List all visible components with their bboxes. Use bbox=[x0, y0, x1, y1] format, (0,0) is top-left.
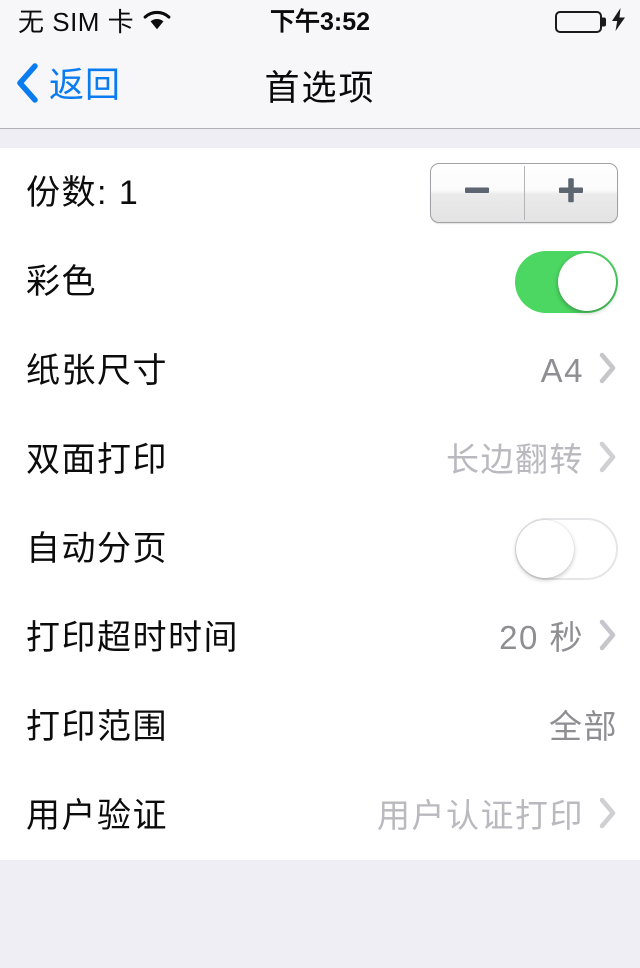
wifi-icon bbox=[143, 10, 171, 36]
status-bar-left: 无 SIM 卡 bbox=[18, 9, 171, 36]
row-value: 全部 bbox=[549, 708, 618, 745]
back-button[interactable]: 返回 bbox=[14, 44, 131, 127]
row-label: 打印超时时间 bbox=[26, 618, 239, 657]
settings-row-print-timeout[interactable]: 打印超时时间 20 秒 bbox=[0, 593, 640, 682]
row-control: 全部 bbox=[549, 710, 618, 743]
navigation-bar: 返回 首选项 bbox=[0, 44, 640, 129]
toggle-knob bbox=[516, 519, 574, 578]
row-control bbox=[515, 517, 618, 580]
battery-full-icon bbox=[555, 11, 606, 33]
row-label: 彩色 bbox=[26, 262, 97, 301]
phone-screen: 无 SIM 卡 下午3:52 返回 首选项 份数: 1 彩色 纸张尺寸 A4 双… bbox=[0, 0, 640, 968]
stepper-decrement-button[interactable] bbox=[431, 164, 524, 222]
list-bottom-space bbox=[0, 860, 640, 968]
copies-stepper[interactable] bbox=[430, 162, 618, 223]
row-label: 份数: 1 bbox=[26, 173, 140, 212]
chevron-right-icon bbox=[598, 351, 618, 390]
settings-row-collate: 自动分页 bbox=[0, 504, 640, 593]
chevron-right-icon bbox=[598, 440, 618, 479]
row-label: 用户验证 bbox=[26, 796, 168, 835]
row-control: A4 bbox=[541, 351, 618, 390]
row-control: 长边翻转 bbox=[446, 440, 618, 479]
status-bar-right bbox=[555, 8, 626, 36]
plus-icon bbox=[554, 173, 588, 212]
status-bar: 无 SIM 卡 下午3:52 bbox=[0, 0, 640, 44]
row-value: A4 bbox=[540, 352, 584, 389]
back-button-label: 返回 bbox=[49, 66, 122, 105]
battery-cap bbox=[602, 17, 606, 27]
settings-row-copies: 份数: 1 bbox=[0, 148, 640, 237]
chevron-right-icon bbox=[598, 618, 618, 657]
stepper-increment-button[interactable] bbox=[525, 164, 618, 222]
settings-row-color: 彩色 bbox=[0, 237, 640, 326]
row-value: 用户认证打印 bbox=[377, 797, 584, 834]
lightning-bolt-icon bbox=[611, 8, 626, 36]
row-control bbox=[515, 250, 618, 313]
settings-row-user-auth[interactable]: 用户验证 用户认证打印 bbox=[0, 771, 640, 860]
color-toggle[interactable] bbox=[515, 250, 618, 313]
settings-row-duplex[interactable]: 双面打印 长边翻转 bbox=[0, 415, 640, 504]
toggle-knob bbox=[558, 252, 616, 311]
row-control bbox=[430, 162, 618, 223]
settings-row-print-range: 打印范围 全部 bbox=[0, 682, 640, 771]
row-control: 用户认证打印 bbox=[377, 796, 618, 835]
settings-row-paper-size[interactable]: 纸张尺寸 A4 bbox=[0, 326, 640, 415]
minus-icon bbox=[460, 173, 494, 212]
row-label: 纸张尺寸 bbox=[26, 351, 168, 390]
row-label: 自动分页 bbox=[26, 529, 168, 568]
carrier-label: 无 SIM 卡 bbox=[18, 7, 135, 37]
chevron-right-icon bbox=[598, 796, 618, 835]
row-label: 打印范围 bbox=[26, 707, 168, 746]
row-value: 20 秒 bbox=[499, 619, 584, 656]
row-value: 长边翻转 bbox=[446, 441, 584, 478]
list-top-gap bbox=[0, 129, 640, 148]
row-control: 20 秒 bbox=[499, 618, 618, 657]
collate-toggle[interactable] bbox=[515, 517, 618, 580]
settings-list: 份数: 1 彩色 纸张尺寸 A4 双面打印 长边翻转 自动分页 打印超时时间 2… bbox=[0, 148, 640, 860]
row-label: 双面打印 bbox=[26, 440, 168, 479]
chevron-left-icon bbox=[14, 61, 40, 110]
